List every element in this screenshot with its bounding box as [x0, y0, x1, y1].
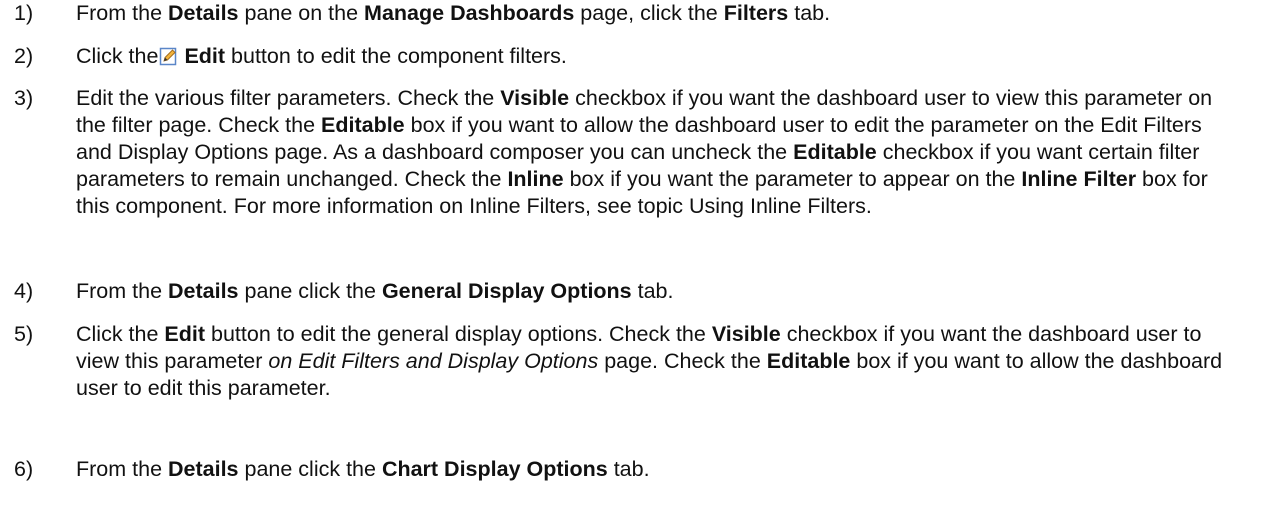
- step-4: 4) From the Details pane click the Gener…: [0, 278, 1261, 305]
- bold-term: Manage Dashboards: [364, 1, 575, 25]
- bold-term: Editable: [321, 113, 405, 137]
- bold-term: Visible: [500, 86, 570, 110]
- step-number: 1): [14, 1, 34, 25]
- step-text-run: tab.: [788, 1, 831, 25]
- step-text: From the Details pane on the Manage Dash…: [76, 1, 830, 25]
- step-text-run: From the: [76, 457, 168, 481]
- step-text-run: tab.: [631, 279, 674, 303]
- bold-term: Details: [168, 279, 239, 303]
- step-5: 5) Click the Edit button to edit the gen…: [0, 321, 1261, 402]
- bold-term: Filters: [723, 1, 789, 25]
- step-text-run: From the: [76, 279, 168, 303]
- bold-term: Editable: [793, 140, 877, 164]
- step-number: 4): [14, 279, 34, 303]
- step-1: 1) From the Details pane on the Manage D…: [0, 0, 1261, 27]
- step-text-run: Click the: [76, 44, 159, 68]
- bold-term: Inline: [507, 167, 564, 191]
- step-number: 2): [14, 44, 34, 68]
- bold-term: General Display Options: [381, 279, 632, 303]
- step-text-run: button to edit the general display optio…: [205, 322, 712, 346]
- step-text: Click the Edit button to edit the compone…: [76, 44, 567, 68]
- bold-term: Edit: [164, 322, 206, 346]
- step-text: Click the Edit button to edit the genera…: [76, 322, 1222, 400]
- step-number: 5): [14, 322, 34, 346]
- bold-term: Chart Display Options: [381, 457, 608, 481]
- step-text: From the Details pane click the Chart Di…: [76, 457, 650, 481]
- step-number: 6): [14, 457, 34, 481]
- bold-term: Inline Filter: [1021, 167, 1137, 191]
- step-text-run: pane click the: [238, 457, 382, 481]
- edit-icon: [159, 46, 178, 73]
- italic-term: on Edit Filters and Display Options: [268, 349, 599, 373]
- step-6: 6) From the Details pane click the Chart…: [0, 456, 1261, 483]
- step-text-run: Click the: [76, 322, 165, 346]
- bold-term: Edit: [184, 44, 226, 68]
- step-text: From the Details pane click the General …: [76, 279, 674, 303]
- step-text-run: page. Check the: [598, 349, 767, 373]
- step-text-run: page, click the: [574, 1, 724, 25]
- step-text: Edit the various filter parameters. Chec…: [76, 86, 1212, 218]
- bold-term: Editable: [766, 349, 851, 373]
- step-text-run: tab.: [607, 457, 650, 481]
- step-3: 3) Edit the various filter parameters. C…: [0, 85, 1261, 220]
- step-text-run: pane on the: [238, 1, 365, 25]
- step-2: 2) Click the Edit button to edit the comp…: [0, 43, 1261, 73]
- step-number: 3): [14, 86, 34, 110]
- step-text-run: Edit the various filter parameters. Chec…: [76, 86, 501, 110]
- step-text-run: box if you want the parameter to appear …: [563, 167, 1022, 191]
- bold-term: Details: [168, 1, 239, 25]
- step-text-run: From the: [76, 1, 168, 25]
- bold-term: Details: [168, 457, 239, 481]
- bold-term: Visible: [711, 322, 781, 346]
- step-text-run: pane click the: [238, 279, 382, 303]
- step-text-run: button to edit the component filters.: [225, 44, 567, 68]
